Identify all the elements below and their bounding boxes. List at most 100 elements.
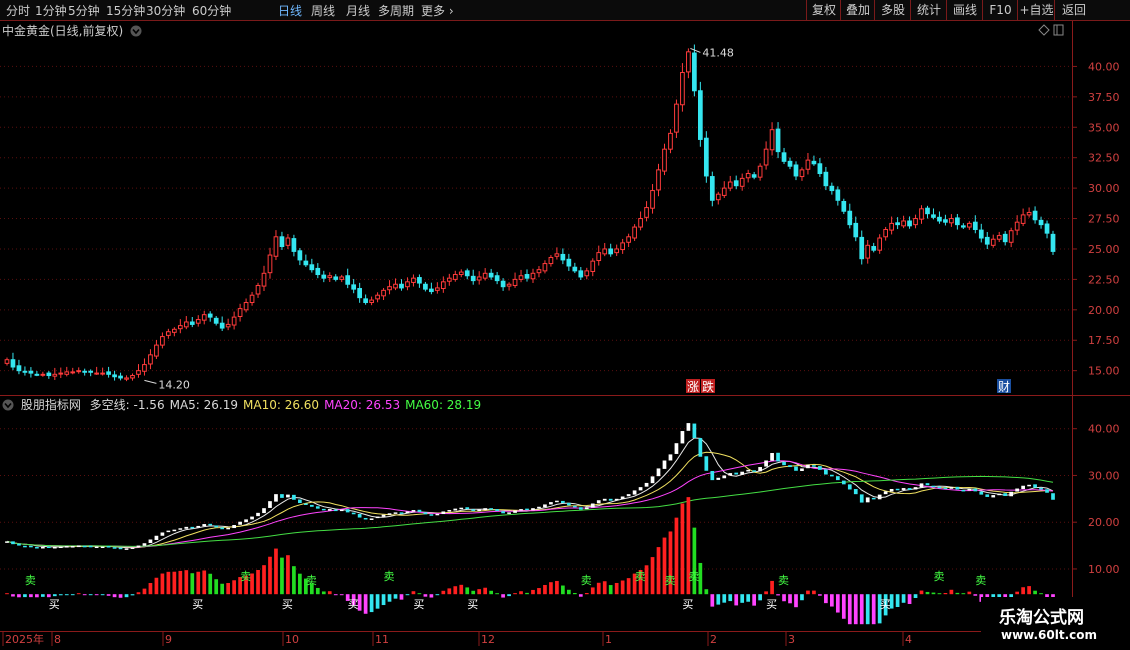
histogram-bar <box>321 591 326 595</box>
histogram-bar <box>704 589 709 595</box>
histogram-bar <box>608 585 613 595</box>
candle <box>393 278 398 291</box>
ind-candle <box>375 516 380 519</box>
histogram-bar <box>112 594 117 598</box>
ind-candle <box>142 543 147 546</box>
histogram-bar <box>136 592 141 595</box>
ind-candle <box>82 545 87 548</box>
candle <box>34 371 40 377</box>
candle <box>440 276 446 293</box>
histogram-bar <box>919 590 924 595</box>
window-icon <box>1053 24 1064 36</box>
histogram-bar <box>381 594 386 606</box>
candle <box>189 316 195 328</box>
histogram-bar <box>949 589 954 595</box>
candle <box>213 316 219 326</box>
ind-candle <box>184 526 189 529</box>
candle <box>548 255 554 267</box>
histogram-bar <box>35 594 39 598</box>
histogram-bar <box>477 589 482 595</box>
histogram-bar <box>429 594 434 598</box>
histogram-bar <box>812 590 816 595</box>
ind-candle <box>632 490 637 495</box>
ind-candle <box>256 512 260 517</box>
candle <box>195 315 201 327</box>
candle <box>207 311 213 322</box>
candle <box>1020 208 1026 227</box>
histogram-bar <box>471 590 476 595</box>
candle <box>1026 207 1032 218</box>
candle <box>835 186 841 206</box>
candle <box>70 367 76 375</box>
chart-layout-icons[interactable] <box>1038 24 1064 36</box>
histogram-bar <box>1033 590 1037 595</box>
histogram-bar <box>202 570 207 595</box>
ind-candle <box>393 512 398 514</box>
histogram-bar <box>393 594 398 599</box>
ind-candle <box>620 496 625 500</box>
histogram-bar <box>531 589 535 595</box>
ind-candle <box>776 452 780 462</box>
histogram-bar <box>525 592 529 595</box>
ind-candle <box>1021 485 1025 490</box>
candle <box>841 198 847 215</box>
histogram-bar <box>399 594 404 600</box>
candle <box>638 211 643 231</box>
ind-candle <box>877 494 882 500</box>
candle <box>680 63 685 112</box>
candle <box>560 248 566 265</box>
ind-candle <box>513 510 517 513</box>
candle <box>727 175 733 192</box>
ind-candle <box>357 514 362 518</box>
candle <box>10 352 16 371</box>
candle <box>154 339 159 359</box>
xaxis-label-9: 4 <box>905 633 912 646</box>
ind-candle <box>178 528 183 530</box>
candle <box>225 318 231 331</box>
histogram-bar <box>626 578 631 595</box>
histogram-bar <box>680 503 685 595</box>
candle <box>458 269 464 278</box>
histogram-bar <box>417 593 422 595</box>
ind-candle <box>351 512 356 515</box>
candle <box>255 282 261 298</box>
histogram-bar <box>166 571 171 595</box>
histogram-bar <box>692 527 697 595</box>
histogram-bar <box>465 587 470 595</box>
ind-candle <box>991 495 996 498</box>
candle <box>381 287 386 301</box>
candle <box>602 243 608 257</box>
histogram-bar <box>29 594 33 598</box>
main-ytick-0: 40.00 <box>1088 60 1120 73</box>
candle <box>399 279 404 291</box>
indicator-candles <box>5 423 1055 550</box>
xaxis-label-6: 1 <box>605 633 612 646</box>
ind-candle <box>76 545 81 548</box>
ind-candle <box>728 473 733 476</box>
ind-candle <box>764 460 768 467</box>
ind-ytick-0: 40.00 <box>1088 423 1120 436</box>
ind-candle <box>770 453 774 461</box>
histogram-bar <box>423 594 428 597</box>
ind-candle <box>549 502 553 505</box>
ind-candle <box>238 521 242 525</box>
ind-candle <box>405 511 410 514</box>
ind-candle <box>64 546 69 548</box>
candle <box>919 205 924 224</box>
ind-candle <box>644 482 649 487</box>
histogram-bar <box>489 590 494 595</box>
candle <box>955 213 960 230</box>
ind-candle <box>590 503 595 508</box>
histogram-bar <box>148 583 153 595</box>
candle <box>889 216 894 235</box>
candle <box>620 238 626 254</box>
ind-candle <box>895 488 900 491</box>
histogram-bar <box>11 594 15 597</box>
kline-chart[interactable]: 41.4814.20 涨跌财 买买买买买买买买买卖卖卖卖卖卖卖卖卖卖卖 40.00… <box>0 0 1130 650</box>
candle <box>978 223 984 243</box>
histogram-bar <box>118 594 123 598</box>
histogram-bar <box>752 594 757 606</box>
candle <box>584 267 590 280</box>
ind-candle <box>566 502 571 506</box>
histogram-bar <box>794 594 798 608</box>
